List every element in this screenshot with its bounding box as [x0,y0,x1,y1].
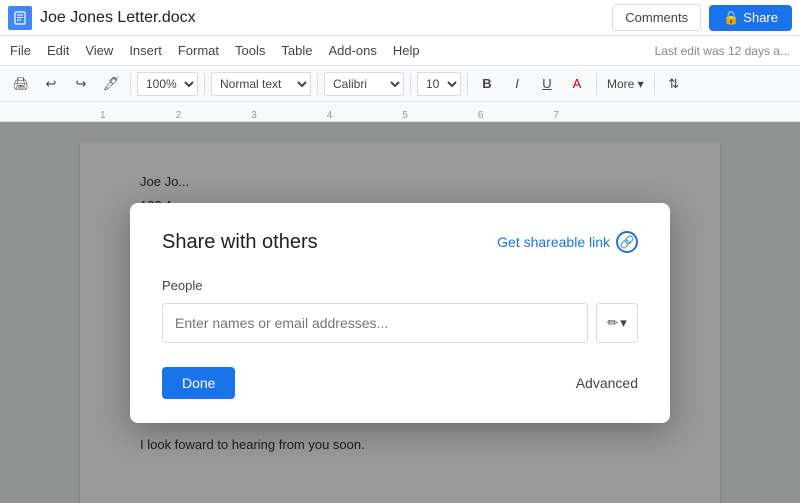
more-button[interactable]: More ▾ [603,71,648,97]
share-dialog-footer: Done Advanced [162,367,638,399]
style-select[interactable]: Normal text [211,72,311,96]
share-input-row: ✏ ▾ [162,303,638,343]
menu-help[interactable]: Help [393,43,420,58]
title-bar-actions: Comments 🔒 Share [612,4,792,31]
share-dialog-title: Share with others [162,231,318,254]
edit-pencil-icon: ✏ [607,315,618,331]
zoom-select[interactable]: 100% [137,72,198,96]
modal-overlay: Share with others Get shareable link 🔗 P… [0,122,800,503]
toolbar-separator-7 [654,74,655,94]
bold-button[interactable]: B [474,71,500,97]
menu-view[interactable]: View [85,43,113,58]
menu-edit[interactable]: Edit [47,43,69,58]
share-dialog: Share with others Get shareable link 🔗 P… [130,203,670,423]
title-bar: Joe Jones Letter.docx Comments 🔒 Share [0,0,800,36]
toolbar-separator-3 [317,74,318,94]
size-select[interactable]: 10 [417,72,461,96]
menu-table[interactable]: Table [281,43,312,58]
share-button[interactable]: 🔒 Share [709,5,792,31]
edit-dropdown-icon: ▾ [620,315,627,331]
share-icon: 🔒 [723,10,739,26]
text-direction-button[interactable]: ⇅ [661,71,687,97]
toolbar-separator-5 [467,74,468,94]
toolbar-separator-6 [596,74,597,94]
ruler-mark-4: 4 [327,110,333,121]
menu-format[interactable]: Format [178,43,219,58]
people-label: People [162,278,638,293]
menu-addons[interactable]: Add-ons [328,43,376,58]
menu-tools[interactable]: Tools [235,43,265,58]
text-color-button[interactable]: A [564,71,590,97]
menu-bar: File Edit View Insert Format Tools Table… [0,36,800,66]
last-edit-text: Last edit was 12 days a... [655,44,790,58]
toolbar-separator-1 [130,74,131,94]
print-button[interactable]: 🖨 [8,71,34,97]
share-email-input[interactable] [162,303,588,343]
font-select[interactable]: Calibri [324,72,404,96]
redo-button[interactable]: ↪ [68,71,94,97]
link-icon: 🔗 [616,231,638,253]
underline-button[interactable]: U [534,71,560,97]
undo-button[interactable]: ↩ [38,71,64,97]
ruler-mark-6: 6 [478,110,484,121]
ruler-mark-5: 5 [402,110,408,121]
italic-button[interactable]: I [504,71,530,97]
document-area: Joe Jo... 123 A... Anyto... Octob... Mar… [0,122,800,503]
ruler-mark-3: 3 [251,110,257,121]
advanced-button[interactable]: Advanced [576,375,638,391]
edit-permissions-button[interactable]: ✏ ▾ [596,303,638,343]
app-icon [8,6,32,30]
shareable-link-label: Get shareable link [497,234,610,250]
ruler-mark-1: 1 [100,110,106,121]
toolbar-separator-2 [204,74,205,94]
share-dialog-header: Share with others Get shareable link 🔗 [162,231,638,254]
ruler: 1 2 3 4 5 6 7 [0,102,800,122]
share-label: Share [743,10,778,25]
toolbar: 🖨 ↩ ↪ 🖊 100% Normal text Calibri 10 B I … [0,66,800,102]
toolbar-separator-4 [410,74,411,94]
comments-button[interactable]: Comments [612,4,701,31]
menu-insert[interactable]: Insert [129,43,162,58]
ruler-mark-7: 7 [553,110,559,121]
shareable-link-button[interactable]: Get shareable link 🔗 [497,231,638,253]
paint-format-button[interactable]: 🖊 [98,71,124,97]
done-button[interactable]: Done [162,367,235,399]
menu-file[interactable]: File [10,43,31,58]
ruler-mark-2: 2 [176,110,182,121]
doc-title: Joe Jones Letter.docx [40,9,612,27]
